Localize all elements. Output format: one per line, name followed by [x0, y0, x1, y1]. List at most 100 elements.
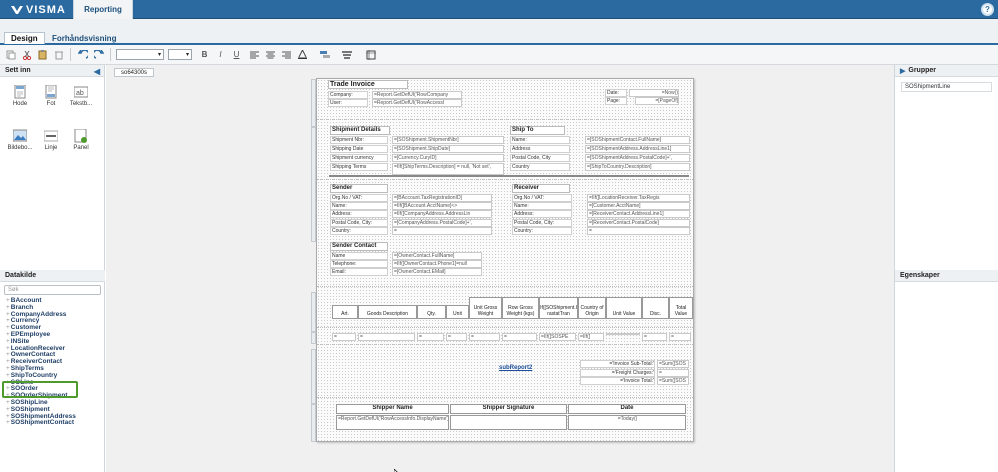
receiver-header[interactable]: Receiver — [512, 184, 570, 193]
footer-field[interactable]: =Report.GetDefUI('RowAccessInfo.DisplayN… — [336, 415, 449, 430]
document-tab[interactable]: so64300s — [114, 68, 154, 77]
sender-field[interactable]: =IIf([CompanyAddress.AddressLin — [392, 210, 492, 219]
datasource-item[interactable]: +SOShipmentContact — [0, 419, 105, 427]
ship-to-field[interactable]: =[ShipToCountry.Description] — [585, 163, 690, 171]
shipment-detail-field[interactable]: =[Currency.CuryID] — [392, 154, 504, 162]
row-field[interactable]: = — [358, 333, 415, 341]
row-field[interactable]: =IIf([SOSPE — [539, 333, 576, 341]
sender-field[interactable]: =IIf([BAccount.AcctName]<> — [392, 202, 492, 211]
app-name-tab[interactable]: Reporting — [73, 0, 133, 19]
band-handle-detail[interactable] — [311, 127, 316, 242]
send-back-icon[interactable] — [340, 48, 353, 61]
column-header[interactable]: Unit Value — [606, 297, 642, 319]
sender-contact-field[interactable]: =IIf([OwnerContact.Phone1]=null — [392, 260, 482, 269]
ship-to-field[interactable]: =[SOShipmentContact.FullName] — [585, 136, 690, 144]
sender-contact-field[interactable]: =[OwnerContact.EMail] — [392, 268, 482, 277]
footer-column-header[interactable]: Shipper Name — [336, 404, 449, 414]
ship-to-field[interactable]: =[SOShipmentAddress.PostalCode]+', — [585, 154, 690, 162]
shipment-detail-field[interactable]: =IIf([ShipTerms.Description] = null, 'No… — [392, 163, 504, 175]
date-field[interactable]: =Now() — [629, 89, 679, 97]
row-field[interactable]: = — [642, 333, 667, 341]
sender-label[interactable]: Address: — [330, 210, 388, 219]
sender-contact-label[interactable]: Telephone: — [330, 260, 388, 269]
bring-front-icon[interactable] — [318, 48, 331, 61]
align-center-icon[interactable] — [264, 48, 277, 61]
total-field[interactable]: =Sum([SOS — [657, 377, 689, 385]
row-field[interactable]: = — [332, 333, 356, 341]
total-label[interactable]: ='Invoice Sub-Total:' — [580, 360, 655, 368]
total-field[interactable]: =Sum([SOS — [657, 360, 689, 368]
row-field[interactable]: = — [446, 333, 467, 341]
ship-to-label[interactable]: Country — [510, 163, 570, 171]
column-header[interactable]: Art. — [332, 305, 358, 319]
footer-field[interactable] — [450, 415, 567, 430]
align-right-icon[interactable] — [280, 48, 293, 61]
sender-field[interactable]: = — [392, 226, 492, 235]
tool-textbox[interactable]: ab Tekstb... — [68, 85, 94, 107]
receiver-field[interactable]: =[Customer.AcctName] — [587, 202, 690, 211]
shipment-detail-field[interactable]: =[SOShipment.ShipDate] — [392, 145, 504, 153]
column-header[interactable]: Qty. — [417, 305, 446, 319]
ship-to-label[interactable]: Address — [510, 145, 570, 153]
sender-field[interactable]: =[CompanyAddress.PostalCode]+', — [392, 218, 492, 227]
tab-preview[interactable]: Forhåndsvisning — [46, 32, 122, 44]
band-handle-group-footer[interactable] — [311, 349, 316, 404]
ship-to-field[interactable]: =[SOShipmentAddress.AddressLine1] — [585, 145, 690, 153]
total-field[interactable]: = — [657, 368, 689, 377]
row-field[interactable]: = — [417, 333, 444, 341]
tab-design[interactable]: Design — [4, 32, 45, 44]
column-header[interactable]: Country of Origin — [578, 297, 606, 319]
shipment-detail-label[interactable]: Shipment Nbr: — [330, 136, 388, 144]
tool-picturebox[interactable]: Bildebo... — [7, 129, 33, 151]
footer-column-header[interactable]: Shipper Signature — [450, 404, 567, 414]
column-header[interactable]: Goods Description — [358, 305, 417, 319]
help-icon[interactable]: ? — [981, 3, 994, 16]
shipment-detail-field[interactable]: =[SOShipment.ShipmentNbr] — [392, 136, 504, 144]
column-header[interactable]: Unit — [446, 305, 469, 319]
sender-label[interactable]: Org.No / VAT: — [330, 194, 388, 202]
align-left-icon[interactable] — [248, 48, 261, 61]
expand-plus-icon[interactable]: + — [6, 372, 10, 379]
column-header[interactable]: Disc. — [642, 297, 669, 319]
receiver-field[interactable]: =[ReceiverContact.PostalCode] — [587, 218, 690, 227]
row-field[interactable]: = — [502, 333, 537, 341]
paste-icon[interactable] — [36, 48, 49, 61]
undo-icon[interactable] — [76, 48, 89, 61]
expand-plus-icon[interactable]: + — [6, 419, 10, 426]
sender-field[interactable]: =[BAccount.TaxRegistrationID] — [392, 194, 492, 202]
redo-icon[interactable] — [92, 48, 105, 61]
receiver-label[interactable]: Country: — [512, 226, 572, 235]
copy-icon[interactable] — [4, 48, 17, 61]
underline-button[interactable]: U — [230, 48, 243, 61]
user-field[interactable]: =Report.GetDefUI('RowAccessI — [372, 99, 462, 107]
total-label[interactable]: ='Invoice Total:' — [580, 377, 655, 385]
ship-to-header[interactable]: Ship To — [510, 126, 565, 135]
report-title[interactable]: Trade Invoice — [328, 80, 408, 89]
design-canvas[interactable]: so64300s Trade Invoice Company: =Report.… — [106, 65, 894, 472]
expand-plus-icon[interactable]: + — [6, 304, 10, 311]
shipment-details-header[interactable]: Shipment Details — [330, 126, 390, 135]
sender-label[interactable]: Country: — [330, 226, 388, 235]
expand-plus-icon[interactable]: + — [6, 297, 10, 304]
size-icon[interactable] — [364, 48, 377, 61]
row-field[interactable]: = — [469, 333, 500, 341]
sender-contact-header[interactable]: Sender Contact — [330, 242, 388, 251]
column-header[interactable]: =IIf([SOShipment.Int rastatTran — [539, 297, 578, 319]
company-label[interactable]: Company: — [328, 91, 368, 99]
band-handle-group-header[interactable] — [311, 292, 316, 332]
expand-plus-icon[interactable]: + — [6, 331, 10, 338]
tool-line[interactable]: Linje — [38, 129, 64, 151]
text-color-icon[interactable] — [296, 48, 309, 61]
expand-plus-icon[interactable]: + — [6, 338, 10, 345]
font-family-select[interactable]: ▾ — [116, 49, 164, 60]
row-field[interactable] — [606, 333, 640, 335]
page-field[interactable]: =[PageOf] — [635, 97, 679, 105]
group-item[interactable]: SOShipmentLine — [901, 82, 992, 92]
receiver-label[interactable]: Name: — [512, 202, 572, 211]
company-field[interactable]: =Report.GetDefUI('RowCompany — [372, 91, 462, 99]
expand-plus-icon[interactable]: + — [6, 406, 10, 413]
expand-plus-icon[interactable]: + — [6, 399, 10, 406]
tool-panel[interactable]: Panel — [68, 128, 94, 151]
report-page[interactable]: Trade Invoice Company: =Report.GetDefUI(… — [311, 78, 694, 442]
font-size-select[interactable]: ▾ — [168, 49, 192, 60]
